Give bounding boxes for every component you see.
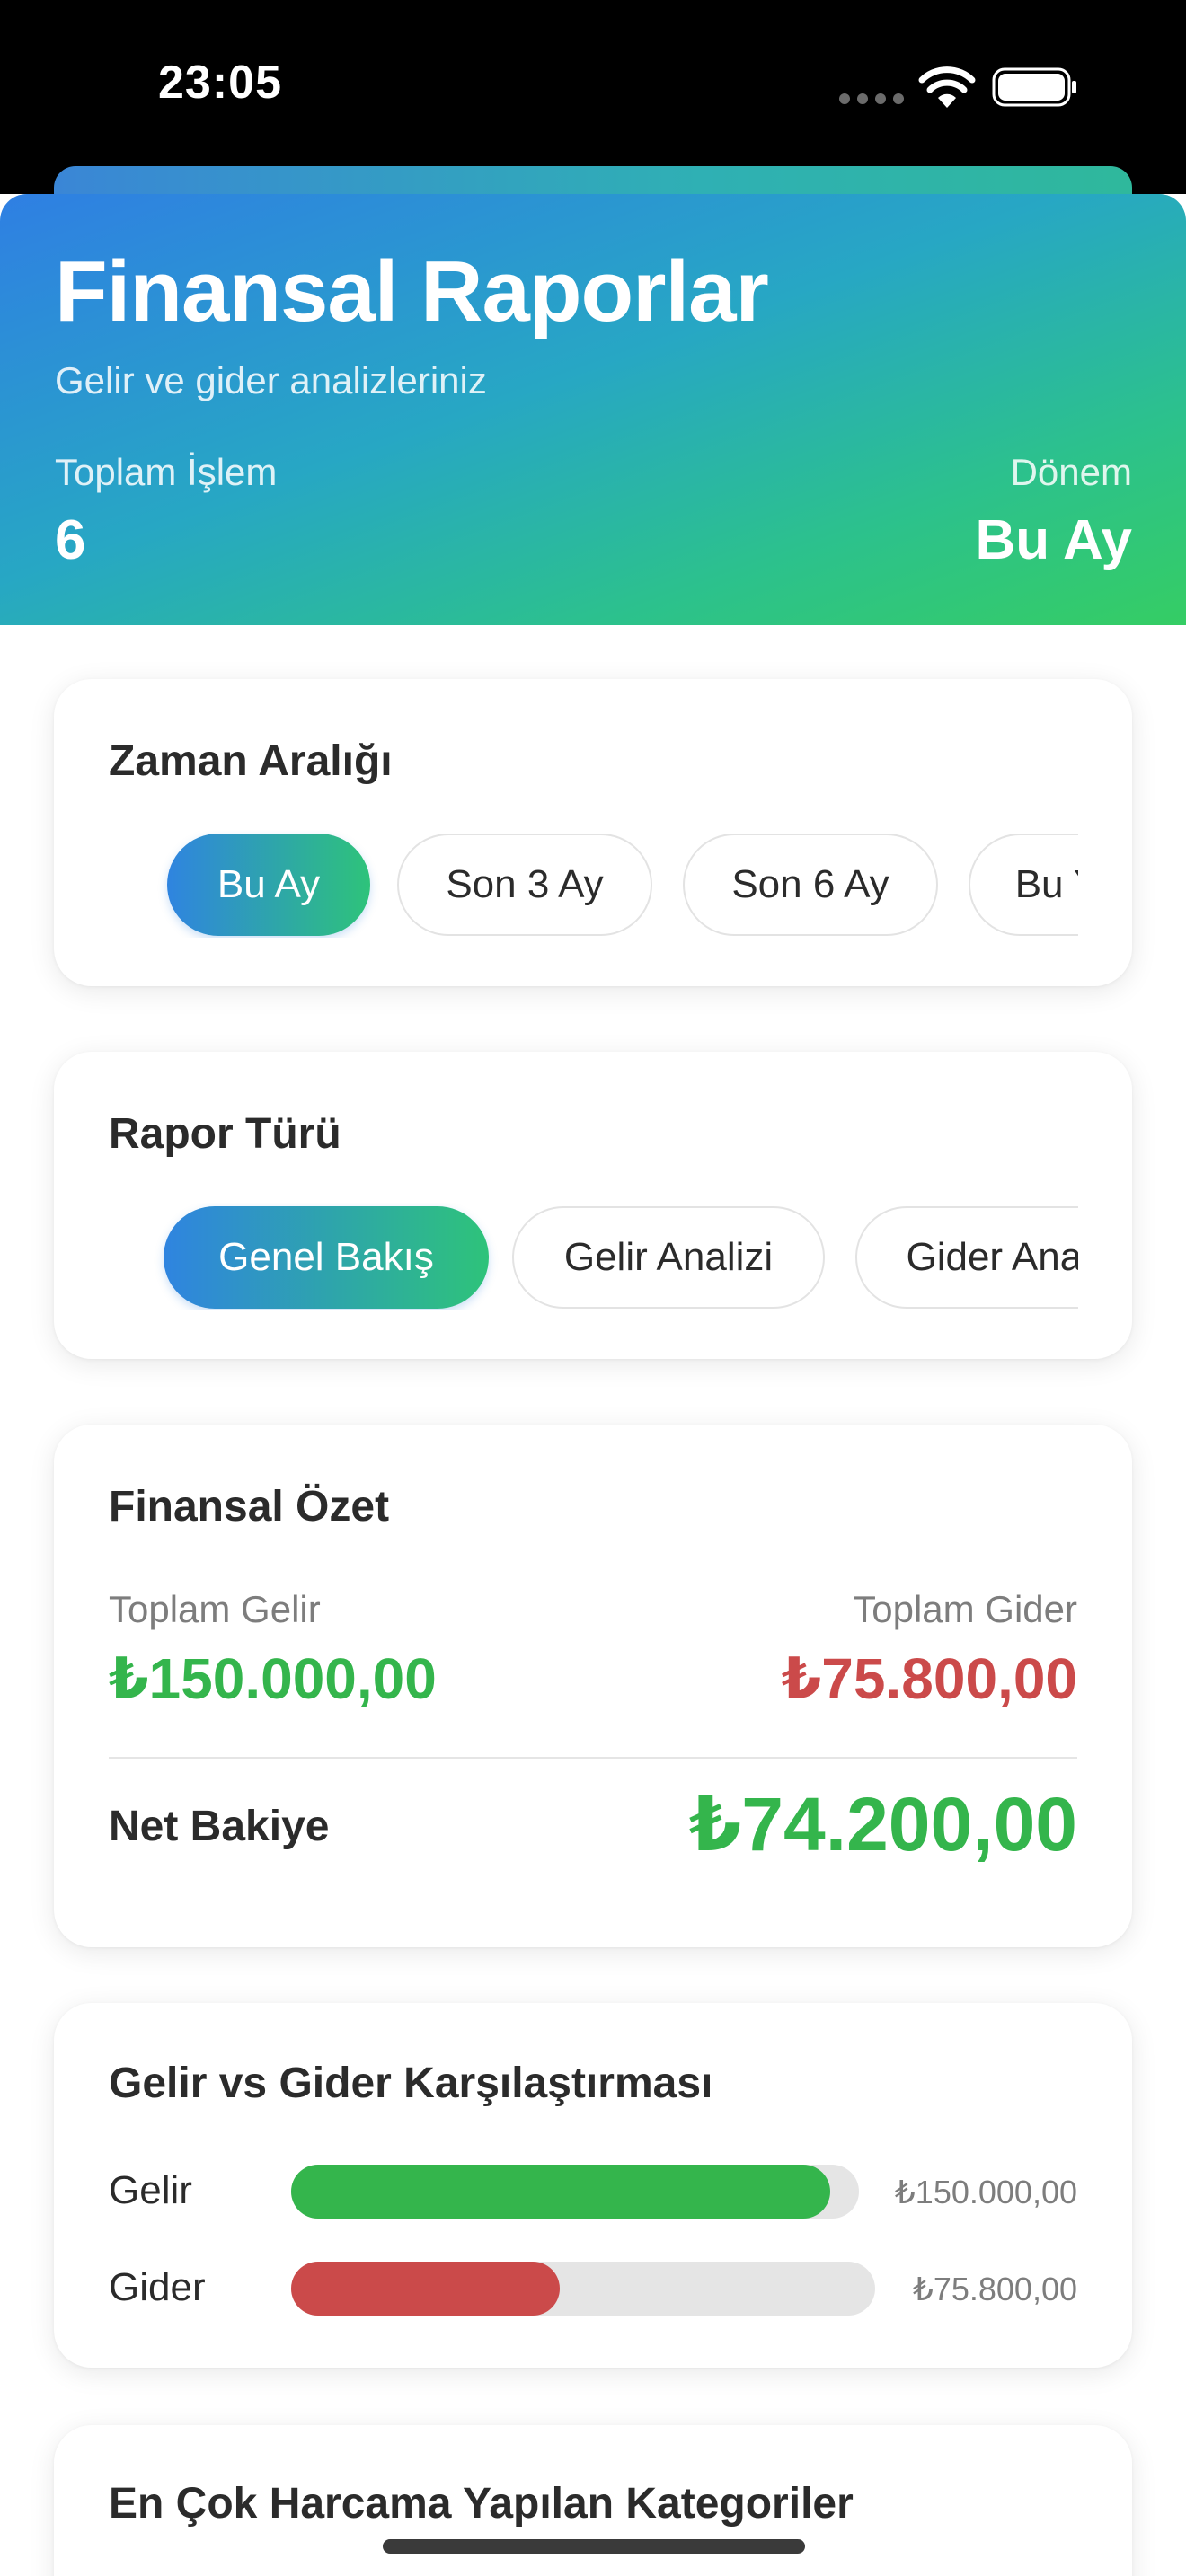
total-transactions-label: Toplam İşlem xyxy=(55,451,278,493)
net-balance-value: ₺74.200,00 xyxy=(688,1782,1077,1866)
chip-income-analysis[interactable]: Gelir Analizi xyxy=(512,1206,825,1309)
chip-last-3-months[interactable]: Son 3 Ay xyxy=(397,834,652,936)
total-income-value: ₺150.000,00 xyxy=(109,1646,437,1711)
page-title: Finansal Raporlar xyxy=(55,243,769,340)
chip-this-year[interactable]: Bu Yıl xyxy=(969,834,1078,936)
period-value: Bu Ay xyxy=(975,509,1132,571)
chip-this-month[interactable]: Bu Ay xyxy=(167,834,370,936)
income-bar-fill xyxy=(291,2165,831,2219)
income-bar-track xyxy=(291,2165,859,2219)
chip-overview[interactable]: Genel Bakış xyxy=(164,1206,489,1309)
expense-bar-amount: ₺75.800,00 xyxy=(912,2271,1077,2307)
expense-bar-track xyxy=(291,2262,875,2316)
top-categories-title: En Çok Harcama Yapılan Kategoriler xyxy=(109,2480,854,2527)
battery-icon xyxy=(992,67,1076,107)
cellular-signal-icon xyxy=(839,93,904,106)
time-range-options: Bu Ay Son 3 Ay Son 6 Ay Bu Yıl xyxy=(108,830,1078,938)
income-bar-label: Gelir xyxy=(109,2168,192,2212)
report-header: Finansal Raporlar Gelir ve gider analizl… xyxy=(0,194,1186,625)
chip-last-6-months[interactable]: Son 6 Ay xyxy=(683,834,938,936)
report-type-card: Rapor Türü Genel Bakış Gelir Analizi Gid… xyxy=(54,1052,1132,1359)
net-balance-label: Net Bakiye xyxy=(109,1803,330,1850)
time-range-card: Zaman Aralığı Bu Ay Son 3 Ay Son 6 Ay Bu… xyxy=(54,679,1132,986)
total-transactions-value: 6 xyxy=(55,509,86,571)
status-bar: 23:05 xyxy=(0,0,1186,194)
period-label: Dönem xyxy=(1010,451,1132,493)
income-bar-amount: ₺150.000,00 xyxy=(894,2174,1077,2210)
summary-divider xyxy=(109,1757,1077,1759)
reports-screen: 23:05 Finansal Raporlar Gelir ve gider a… xyxy=(0,0,1186,2576)
time-range-title: Zaman Aralığı xyxy=(109,737,393,785)
expense-bar-fill xyxy=(291,2262,560,2316)
financial-summary-title: Finansal Özet xyxy=(109,1483,390,1531)
home-indicator[interactable] xyxy=(383,2539,805,2554)
total-expense-value: ₺75.800,00 xyxy=(781,1646,1077,1711)
comparison-title: Gelir vs Gider Karşılaştırması xyxy=(109,2060,713,2107)
report-type-title: Rapor Türü xyxy=(109,1110,341,1158)
expense-bar-label: Gider xyxy=(109,2265,206,2309)
report-type-options: Genel Bakış Gelir Analizi Gider Analizi xyxy=(108,1203,1078,1310)
total-income-label: Toplam Gelir xyxy=(109,1588,321,1630)
wifi-icon xyxy=(918,66,976,108)
chip-expense-analysis[interactable]: Gider Analizi xyxy=(855,1206,1078,1309)
status-time: 23:05 xyxy=(158,57,282,109)
total-expense-label: Toplam Gider xyxy=(853,1588,1077,1630)
page-subtitle: Gelir ve gider analizleriniz xyxy=(55,359,487,401)
